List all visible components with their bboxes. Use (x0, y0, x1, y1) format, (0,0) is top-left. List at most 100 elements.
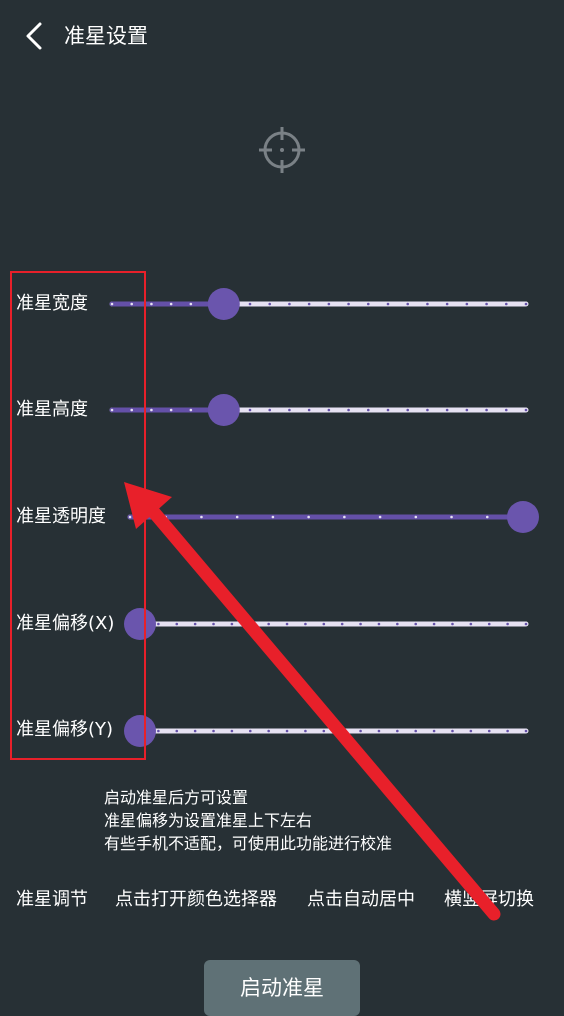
slider-tick (248, 408, 252, 412)
slider-tick (157, 622, 160, 626)
slider-tick (465, 302, 469, 306)
orientation-toggle-button[interactable]: 横竖屏切换 (444, 886, 534, 914)
height-label: 准星高度 (16, 399, 88, 420)
opacity-label: 准星透明度 (16, 506, 106, 527)
slider-tick (432, 622, 436, 626)
header-bar: 准星设置 (0, 0, 564, 72)
slider-tick (189, 408, 193, 412)
slider-tick (130, 408, 134, 412)
slider-tick (386, 302, 390, 306)
slider-thumb[interactable] (207, 288, 240, 320)
slider-tick (212, 622, 215, 626)
slider-tick (485, 408, 488, 412)
slider-tick (164, 515, 168, 519)
slider-tick (307, 408, 311, 412)
slider-tick (524, 408, 528, 412)
slider-tick (414, 515, 418, 519)
slider-thumb[interactable] (507, 501, 539, 533)
auto-center-button[interactable]: 点击自动居中 (307, 886, 415, 914)
slider-tick (175, 622, 179, 626)
crosshair-adjust-button[interactable]: 准星调节 (16, 886, 88, 914)
slider-tick (327, 302, 331, 306)
slider-tick (469, 622, 473, 626)
offset-y-slider[interactable] (124, 714, 529, 748)
slider-tick (271, 515, 275, 519)
slider-tick (347, 408, 350, 412)
start-crosshair-button[interactable]: 启动准星 (204, 960, 360, 1016)
slider-tick (175, 729, 179, 733)
slider-tick (426, 408, 429, 412)
slider-tick (406, 302, 410, 306)
back-button[interactable] (16, 18, 52, 54)
slider-tick (288, 408, 291, 412)
slider-tick (307, 515, 310, 519)
slider-tick (377, 729, 381, 733)
slider-tick (451, 622, 454, 626)
slider-tick (396, 622, 399, 626)
slider-thumb[interactable] (124, 715, 156, 747)
slider-tick (169, 302, 173, 306)
slider-tick (377, 622, 381, 626)
slider-tick (322, 622, 326, 626)
slider-tick (487, 622, 491, 626)
slider-tick (193, 729, 197, 733)
color-picker-button[interactable]: 点击打开颜色选择器 (115, 886, 277, 914)
slider-tick (288, 302, 291, 306)
slider-tick (130, 302, 134, 306)
slider-tick (150, 302, 153, 306)
slider-tick (267, 622, 270, 626)
width-slider[interactable] (109, 287, 529, 321)
slider-tick (169, 408, 173, 412)
chevron-left-icon (26, 22, 42, 50)
height-slider[interactable] (109, 393, 529, 427)
slider-tick (506, 622, 509, 626)
slider-tick (386, 408, 390, 412)
slider-tick (268, 302, 272, 306)
slider-tick (451, 729, 454, 733)
slider-tick (189, 302, 193, 306)
slider-tick (128, 515, 132, 519)
slider-tick (347, 302, 350, 306)
slider-tick (504, 408, 508, 412)
slider-tick (110, 408, 114, 412)
slider-thumb[interactable] (207, 394, 240, 426)
slider-tick (268, 408, 272, 412)
opacity-slider[interactable] (127, 500, 540, 534)
slider-tick (248, 622, 252, 626)
slider-tick (378, 515, 382, 519)
slider-tick (248, 729, 252, 733)
slider-tick (304, 622, 307, 626)
slider-tick (200, 515, 203, 519)
slider-tick (469, 729, 473, 733)
slider-tick (524, 622, 528, 626)
slider-tick (414, 729, 418, 733)
slider-thumb[interactable] (124, 608, 156, 640)
slider-tick (366, 302, 370, 306)
action-row: 准星调节 点击打开颜色选择器 点击自动居中 横竖屏切换 (0, 886, 564, 916)
slider-tick (248, 302, 252, 306)
slider-tick (157, 729, 160, 733)
slider-tick (212, 729, 215, 733)
slider-tick (366, 408, 370, 412)
slider-tick (450, 515, 453, 519)
offset-y-label: 准星偏移(Y) (16, 719, 114, 740)
help-notes: 启动准星后方可设置 准星偏移为设置准星上下左右 有些手机不适配，可使用此功能进行… (104, 786, 392, 855)
slider-tick (230, 729, 234, 733)
slider-tick (340, 729, 344, 733)
slider-tick (506, 729, 509, 733)
slider-tick (406, 408, 410, 412)
slider-tick (235, 515, 239, 519)
slider-tick (343, 515, 346, 519)
slider-tick (445, 408, 449, 412)
note-line: 有些手机不适配，可使用此功能进行校准 (104, 834, 393, 853)
slider-tick (267, 729, 270, 733)
slider-tick (150, 408, 153, 412)
slider-tick (307, 302, 311, 306)
slider-tick (304, 729, 307, 733)
slider-tick (432, 729, 436, 733)
crosshair-icon (259, 127, 305, 173)
slider-tick (445, 302, 449, 306)
slider-tick (485, 515, 489, 519)
slider-tick (230, 622, 234, 626)
offset-x-slider[interactable] (124, 607, 529, 641)
